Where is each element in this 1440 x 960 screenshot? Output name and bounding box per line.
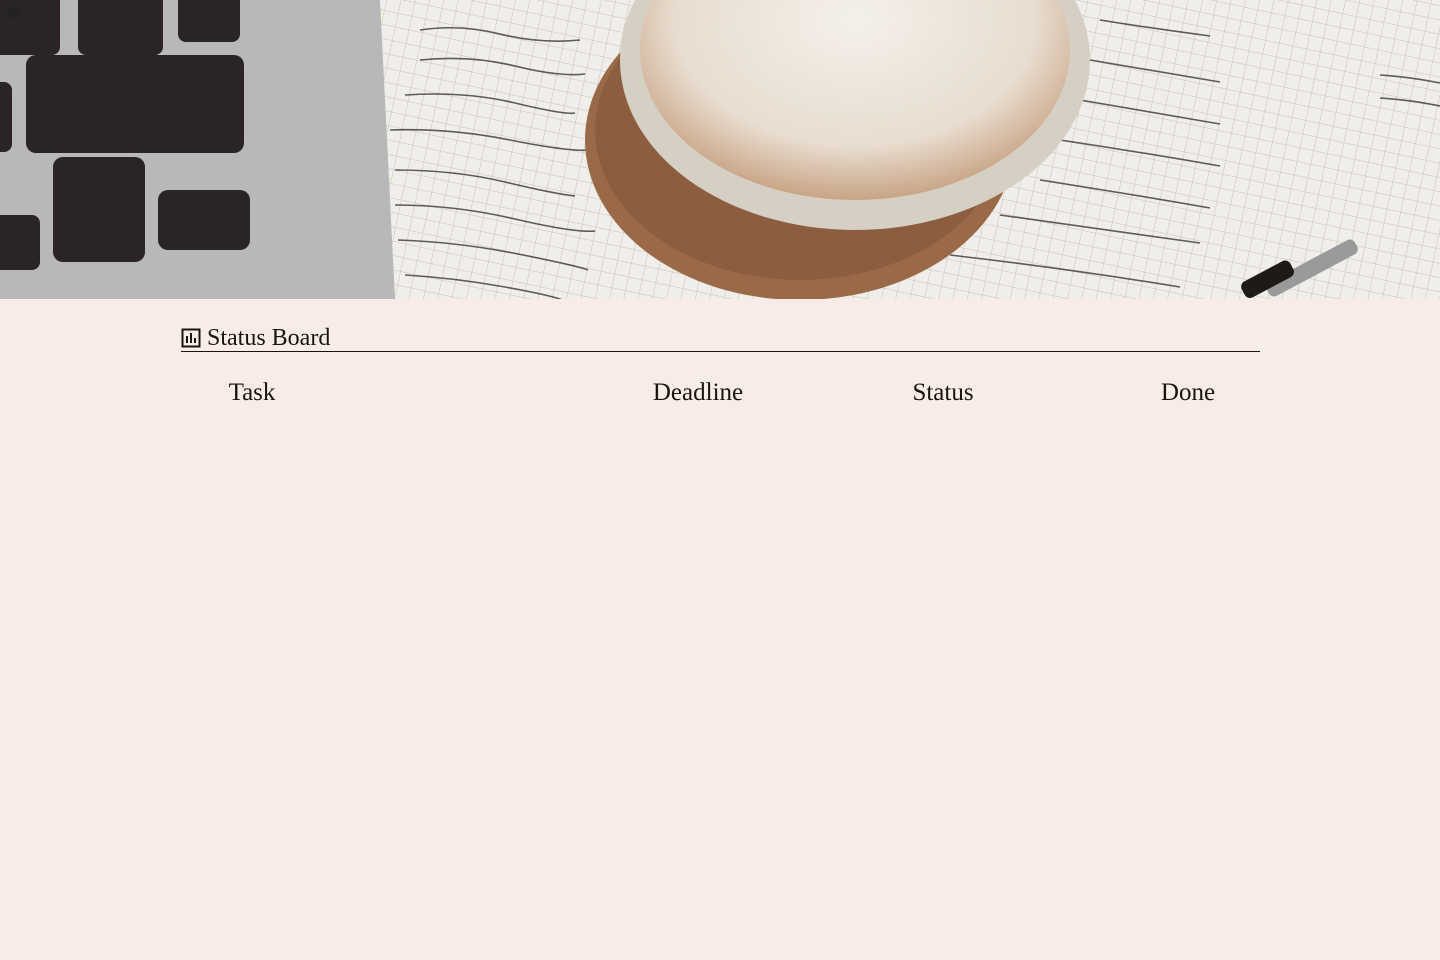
chart-icon xyxy=(181,328,201,348)
column-done[interactable]: Done xyxy=(1108,377,1268,409)
column-task[interactable]: Task xyxy=(181,377,323,409)
column-deadline[interactable]: Deadline xyxy=(618,377,778,409)
column-status[interactable]: Status xyxy=(863,377,1023,409)
board-title[interactable]: Status Board xyxy=(207,325,330,351)
status-board: Status Board Task Deadline Status Done xyxy=(181,325,1260,406)
cover-image xyxy=(0,0,1440,299)
page-icon[interactable]: ▣ xyxy=(2,2,24,24)
board-header: Status Board xyxy=(181,325,1260,352)
table-header: Task Deadline Status Done xyxy=(181,377,1260,409)
cover-illustration xyxy=(0,0,1440,299)
